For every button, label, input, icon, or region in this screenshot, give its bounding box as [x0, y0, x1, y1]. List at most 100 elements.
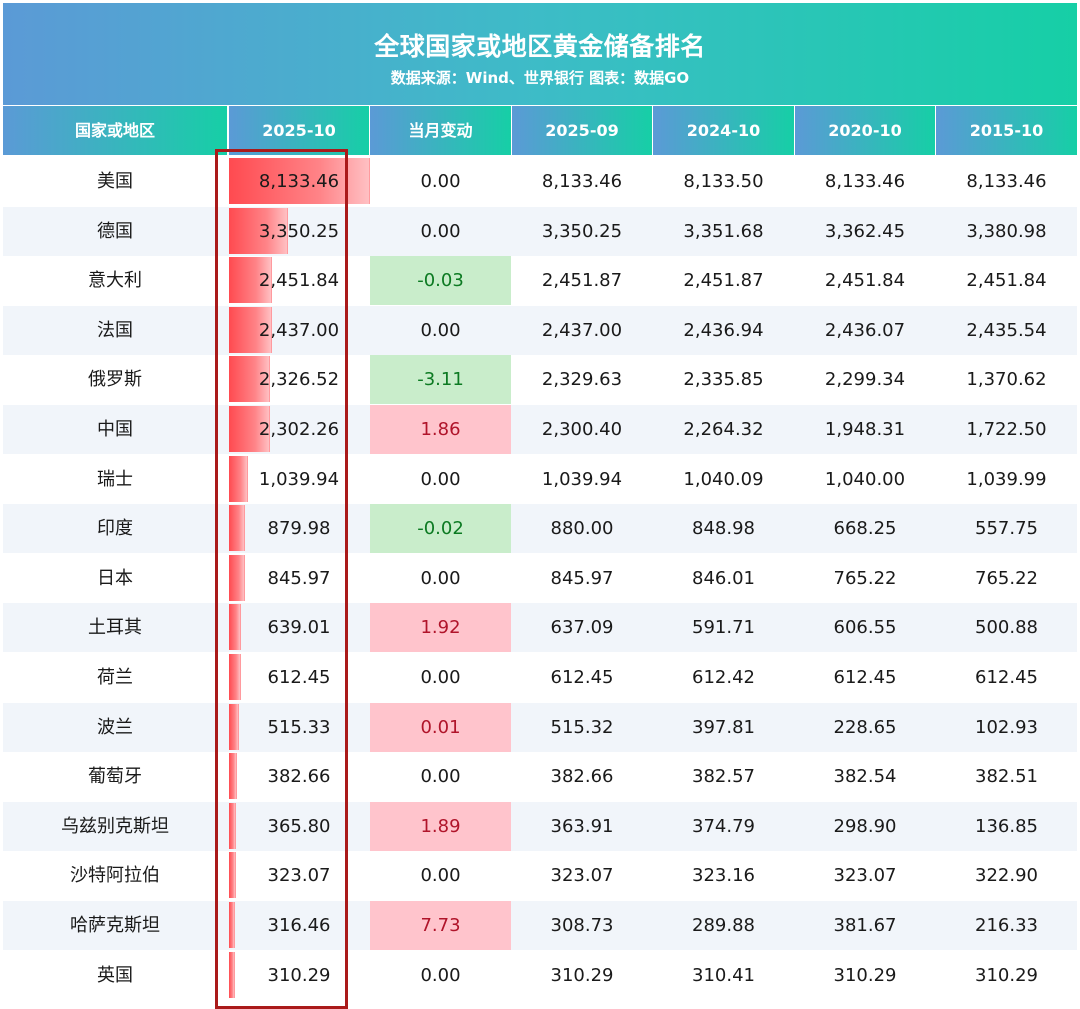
value-cell: 323.07	[550, 865, 614, 887]
table-row: 日本 845.97 0.00 845.97 846.01 765.22 765.22	[3, 553, 1077, 603]
value-cell: 382.51	[975, 766, 1038, 788]
country-cell: 意大利	[88, 270, 142, 292]
change-cell: 0.00	[420, 667, 461, 688]
column-header: 2020-10	[795, 106, 935, 155]
value-cell: 639.01	[267, 617, 331, 639]
value-cell: 382.57	[692, 766, 755, 788]
table-row: 中国 2,302.26 1.86 2,300.40 2,264.32 1,948.31 1,…	[3, 405, 1077, 454]
value-cell: 228.65	[833, 716, 897, 738]
value-cell: 381.67	[833, 915, 897, 936]
value-cell: 1,370.62	[966, 369, 1047, 391]
value-cell: 289.88	[692, 915, 755, 936]
change-cell: 0.00	[420, 468, 461, 490]
value-cell: 765.22	[975, 567, 1038, 589]
value-cell: 310.29	[975, 964, 1038, 986]
country-cell: 德国	[97, 220, 133, 242]
country-cell: 美国	[97, 171, 133, 192]
value-cell: 8,133.46	[966, 171, 1047, 192]
value-cell: 1,039.94	[541, 468, 623, 490]
value-cell: 308.73	[550, 915, 614, 936]
value-cell: 2,335.85	[683, 369, 764, 391]
country-cell: 土耳其	[88, 617, 142, 639]
country-cell: 荷兰	[97, 667, 133, 688]
table-row: 法国 2,437.00 0.00 2,437.00 2,436.94 2,436.07 2,…	[3, 305, 1077, 355]
change-cell: 1.86	[370, 405, 511, 454]
value-cell: 382.66	[550, 766, 614, 788]
value-cell: 880.00	[550, 518, 614, 540]
value-cell: 1,040.00	[824, 468, 906, 490]
country-cell: 日本	[97, 567, 133, 589]
value-cell: 2,302.26	[258, 419, 340, 440]
value-cell: 2,451.84	[824, 270, 906, 292]
value-cell: 3,350.25	[258, 220, 340, 242]
value-cell: 3,350.25	[541, 220, 623, 242]
change-cell: 0.00	[420, 766, 461, 788]
value-cell: 765.22	[833, 567, 897, 589]
table-row: 波兰 515.33 0.01 515.32 397.81 228.65 102.93	[3, 702, 1077, 752]
value-cell: 2,264.32	[683, 419, 764, 440]
country-cell: 波兰	[97, 716, 133, 738]
value-cell: 1,948.31	[824, 419, 906, 440]
value-cell: 2,436.07	[824, 319, 906, 341]
change-cell: 0.00	[420, 865, 461, 887]
value-cell: 879.98	[267, 518, 331, 540]
column-header: 2025-10	[229, 106, 369, 155]
value-cell: 365.80	[267, 815, 331, 837]
value-cell: 845.97	[550, 567, 614, 589]
table-row: 意大利 2,451.84 -0.03 2,451.87 2,451.87 2,451.84…	[3, 256, 1077, 306]
value-cell: 1,039.94	[258, 468, 340, 490]
column-header: 2015-10	[936, 106, 1077, 155]
value-cell: 2,451.87	[683, 270, 764, 292]
value-cell: 2,436.94	[683, 319, 764, 341]
country-cell: 法国	[97, 319, 133, 341]
title-banner: 全球国家或地区黄金储备排名 数据来源：Wind、世界银行 图表：数据GO	[3, 3, 1077, 105]
value-cell: 2,437.00	[258, 319, 340, 341]
value-cell: 2,435.54	[966, 319, 1047, 341]
table-row: 荷兰 612.45 0.00 612.45 612.42 612.45 612.45	[3, 653, 1077, 702]
change-cell: 0.00	[420, 567, 461, 589]
change-cell: 0.00	[420, 964, 461, 986]
value-cell: 323.07	[267, 865, 331, 887]
value-cell: 322.90	[975, 865, 1038, 887]
value-cell: 310.29	[550, 964, 614, 986]
value-cell: 363.91	[550, 815, 614, 837]
column-header: 国家或地区	[3, 106, 227, 155]
value-cell: 374.79	[692, 815, 755, 837]
column-header: 2024-10	[653, 106, 794, 155]
change-cell: -0.02	[370, 504, 511, 554]
value-cell: 612.45	[267, 667, 331, 688]
value-cell: 606.55	[833, 617, 897, 639]
country-cell: 乌兹别克斯坦	[61, 815, 169, 837]
value-cell: 3,351.68	[683, 220, 764, 242]
value-cell: 846.01	[692, 567, 755, 589]
table-row: 印度 879.98 -0.02 880.00 848.98 668.25 557.75	[3, 504, 1077, 554]
change-cell: 1.89	[370, 801, 511, 851]
value-cell: 8,133.46	[824, 171, 906, 192]
value-cell: 612.45	[833, 667, 897, 688]
value-cell: 310.29	[833, 964, 897, 986]
value-cell: 557.75	[975, 518, 1038, 540]
value-cell: 8,133.46	[541, 171, 623, 192]
country-cell: 英国	[97, 964, 133, 986]
value-cell: 591.71	[692, 617, 755, 639]
change-cell: 0.00	[420, 171, 461, 192]
change-cell: -3.11	[370, 355, 511, 405]
change-cell: 7.73	[370, 901, 511, 950]
table-row: 英国 310.29 0.00 310.29 310.41 310.29 310.29	[3, 950, 1077, 1000]
value-cell: 8,133.46	[258, 171, 340, 192]
value-cell: 612.45	[550, 667, 614, 688]
table-row: 葡萄牙 382.66 0.00 382.66 382.57 382.54 382.51	[3, 752, 1077, 802]
value-cell: 382.54	[833, 766, 897, 788]
table-row: 瑞士 1,039.94 0.00 1,039.94 1,040.09 1,040.00 1,…	[3, 454, 1077, 504]
value-cell: 2,300.40	[541, 419, 623, 440]
value-cell: 316.46	[267, 915, 331, 936]
value-cell: 2,451.87	[541, 270, 623, 292]
value-cell: 8,133.50	[683, 171, 764, 192]
value-cell: 397.81	[692, 716, 755, 738]
value-cell: 2,326.52	[258, 369, 340, 391]
country-cell: 哈萨克斯坦	[70, 915, 160, 936]
value-cell: 2,451.84	[258, 270, 340, 292]
table-row: 美国 8,133.46 0.00 8,133.46 8,133.50 8,133.46 8,…	[3, 157, 1077, 206]
value-cell: 515.33	[267, 716, 331, 738]
value-cell: 1,040.09	[683, 468, 764, 490]
